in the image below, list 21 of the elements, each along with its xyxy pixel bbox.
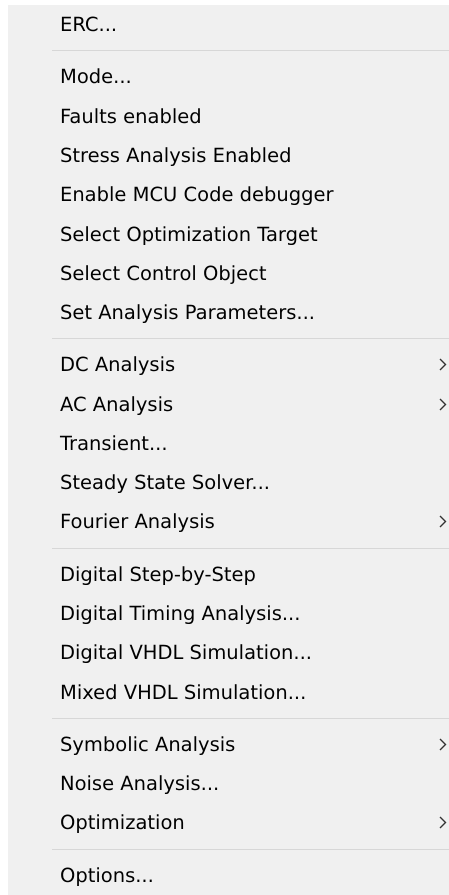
menu-item[interactable]: Digital Timing Analysis...	[8, 594, 449, 634]
menu-item[interactable]: Stress Analysis Enabled	[8, 136, 449, 176]
menu-item[interactable]: Select Control Object	[8, 254, 449, 293]
menu-item[interactable]: Optimization	[8, 803, 449, 843]
menu-item[interactable]: Select Optimization Target	[8, 214, 449, 254]
menu-item[interactable]: Fourier Analysis	[8, 502, 449, 542]
menu-item[interactable]: Mode...	[8, 57, 449, 97]
menu-item[interactable]: Symbolic Analysis	[8, 724, 449, 764]
menu-item[interactable]: Transient...	[8, 424, 449, 464]
menu-item[interactable]: DC Analysis	[8, 345, 449, 384]
menu-item[interactable]: ERC...	[8, 5, 449, 44]
menu-item[interactable]: AC Analysis	[8, 384, 449, 424]
menu-item[interactable]: Faults enabled	[8, 96, 449, 136]
menu-item[interactable]: Digital Step-by-Step	[8, 554, 449, 594]
menu-item[interactable]: Options...	[8, 856, 449, 895]
menu-item[interactable]: Digital VHDL Simulation...	[8, 633, 449, 672]
menu-item[interactable]: Steady State Solver...	[8, 463, 449, 502]
menu-item[interactable]: Mixed VHDL Simulation...	[8, 672, 449, 712]
menu-item[interactable]: Enable MCU Code debugger	[8, 175, 449, 214]
menu-item[interactable]: Set Analysis Parameters...	[8, 292, 449, 332]
menu-item[interactable]: Noise Analysis...	[8, 764, 449, 804]
